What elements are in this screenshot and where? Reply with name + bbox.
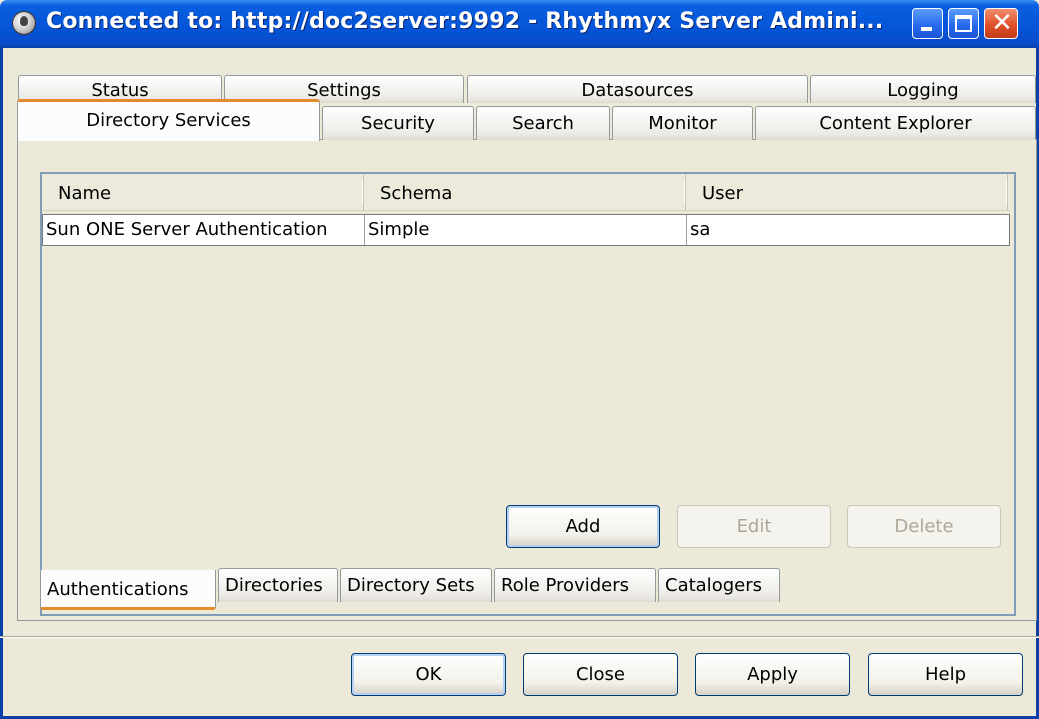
table-row[interactable]: Sun ONE Server Authentication Simple sa: [42, 214, 1010, 246]
close-window-button[interactable]: ✕: [984, 8, 1018, 39]
tab-monitor[interactable]: Monitor: [612, 106, 753, 140]
app-icon[interactable]: [12, 11, 36, 35]
column-header-schema[interactable]: Schema: [364, 174, 686, 210]
column-header-user[interactable]: User: [686, 174, 1008, 210]
cell-schema[interactable]: Simple: [365, 215, 687, 245]
tab-logging[interactable]: Logging: [810, 75, 1036, 103]
authentications-table[interactable]: Name Schema User Sun ONE Server Authenti…: [42, 174, 1012, 482]
close-button[interactable]: Close: [523, 653, 678, 696]
subtab-catalogers[interactable]: Catalogers: [658, 568, 780, 602]
maximize-button[interactable]: [948, 8, 979, 39]
title-bar[interactable]: Connected to: http://doc2server:9992 - R…: [0, 0, 1039, 48]
subtab-authentications[interactable]: Authentications: [40, 570, 216, 610]
add-button[interactable]: Add: [506, 505, 660, 548]
delete-button[interactable]: Delete: [847, 505, 1001, 548]
subtab-role-providers[interactable]: Role Providers: [494, 568, 656, 602]
cell-name[interactable]: Sun ONE Server Authentication: [43, 215, 365, 245]
tab-search[interactable]: Search: [476, 106, 610, 140]
tab-content-explorer[interactable]: Content Explorer: [755, 106, 1036, 140]
tab-datasources[interactable]: Datasources: [467, 75, 808, 103]
minimize-button[interactable]: [912, 8, 943, 39]
maximize-icon: [955, 15, 972, 32]
help-button[interactable]: Help: [868, 653, 1023, 696]
cell-user[interactable]: sa: [687, 215, 1009, 245]
close-icon: ✕: [991, 8, 1013, 38]
apply-button[interactable]: Apply: [695, 653, 850, 696]
ok-button[interactable]: OK: [351, 653, 506, 696]
window-border-left: [0, 48, 3, 719]
edit-button[interactable]: Edit: [677, 505, 831, 548]
minimize-icon: [921, 27, 932, 31]
tab-security[interactable]: Security: [322, 106, 474, 140]
subtab-directories[interactable]: Directories: [218, 568, 338, 602]
column-header-name[interactable]: Name: [42, 174, 364, 210]
window-title: Connected to: http://doc2server:9992 - R…: [46, 9, 884, 34]
tab-directory-services[interactable]: Directory Services: [17, 99, 320, 141]
table-header: Name Schema User: [42, 174, 1010, 211]
subtab-directory-sets[interactable]: Directory Sets: [340, 568, 492, 602]
divider: [0, 636, 1039, 638]
